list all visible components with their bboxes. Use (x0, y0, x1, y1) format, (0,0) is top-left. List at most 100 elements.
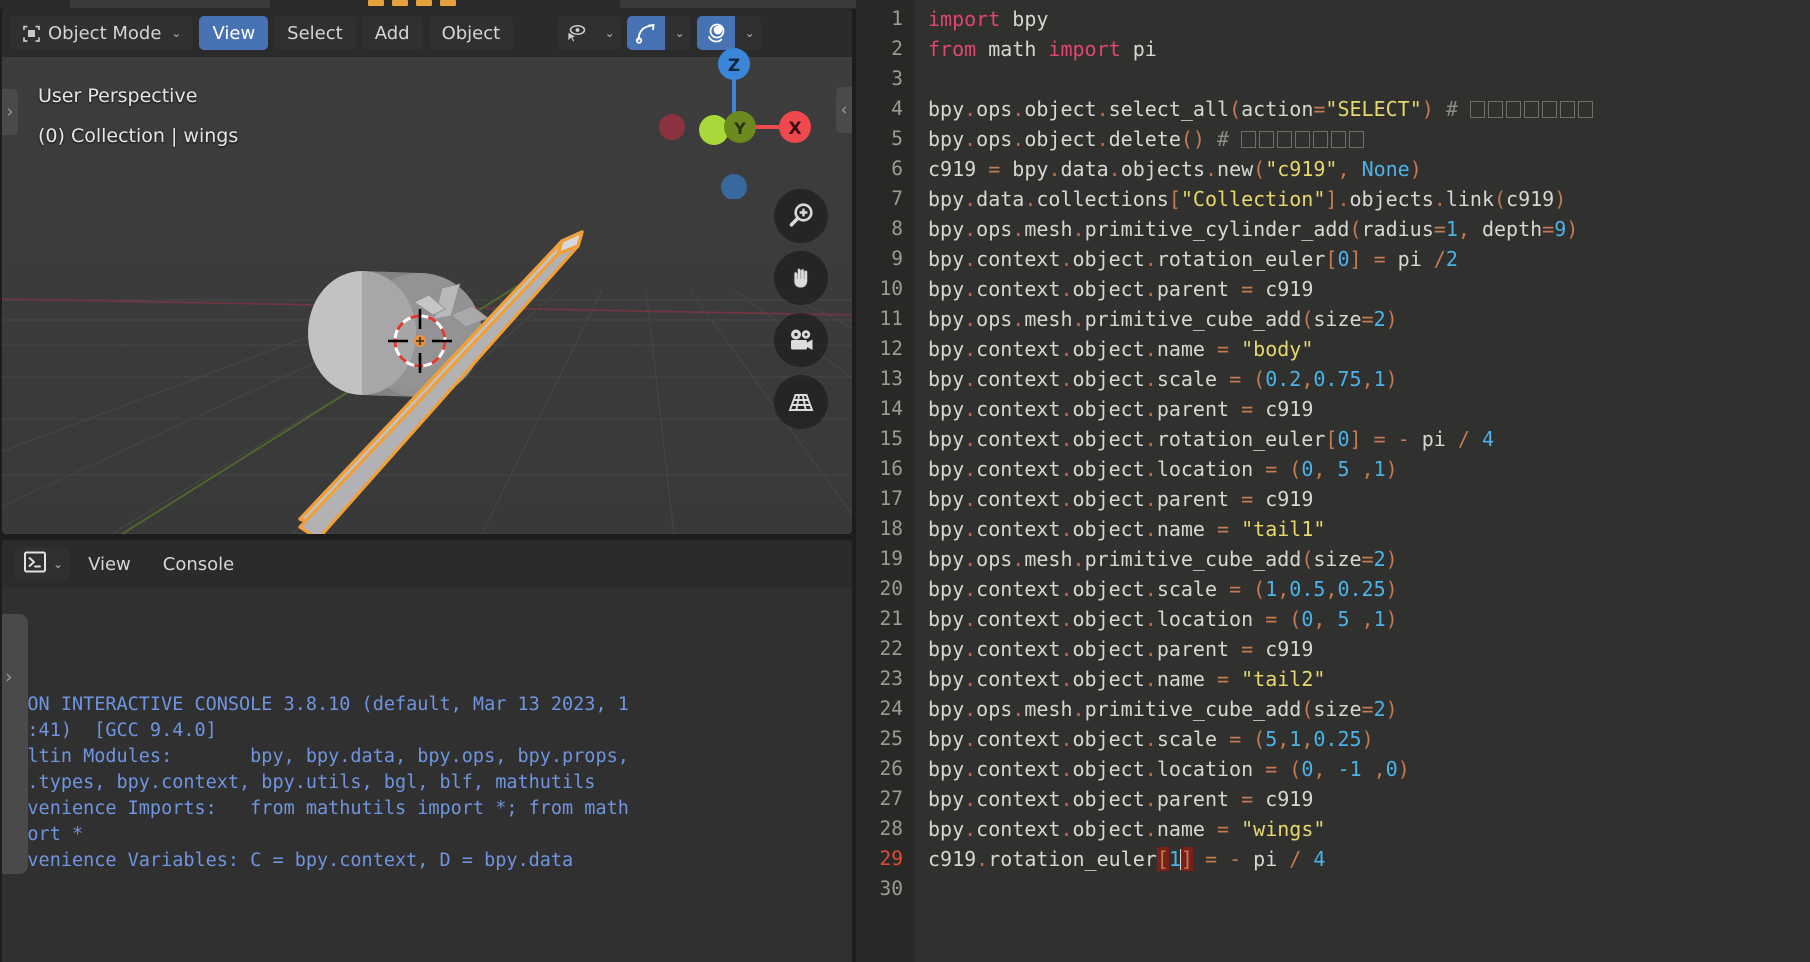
code-line[interactable]: 13 bpy.context.object.scale = (0.2,0.75,1… (856, 364, 1810, 394)
line-content[interactable]: bpy.context.object.rotation_euler[0] = p… (914, 244, 1458, 274)
code-line[interactable]: 18 bpy.context.object.name = "tail1" (856, 514, 1810, 544)
line-content[interactable]: bpy.context.object.parent = c919 (914, 784, 1313, 814)
python-console-editor[interactable]: ⌄ View Console › YTHON INTERACTIVE CONSO… (2, 540, 852, 962)
console-output[interactable]: YTHON INTERACTIVE CONSOLE 3.8.10 (defaul… (2, 588, 852, 962)
code-line[interactable]: 8 bpy.ops.mesh.primitive_cylinder_add(rad… (856, 214, 1810, 244)
visibility-icon[interactable] (557, 16, 595, 50)
console-menu-view[interactable]: View (74, 547, 145, 581)
navigation-gizmo[interactable]: Z Y X (654, 39, 814, 200)
code-line[interactable]: 28 bpy.context.object.name = "wings" (856, 814, 1810, 844)
line-content[interactable]: bpy.ops.mesh.primitive_cube_add(size=2) (914, 304, 1398, 334)
code-line[interactable]: 9 bpy.context.object.rotation_euler[0] = … (856, 244, 1810, 274)
viewport-toolbar-expand-arrow[interactable]: › (2, 89, 18, 135)
viewport-sidebar-expand-arrow[interactable]: ‹ (836, 87, 852, 133)
console-region-panel[interactable] (2, 614, 28, 874)
code-token: = (988, 157, 1001, 181)
code-line[interactable]: 26 bpy.context.object.location = (0, -1 ,… (856, 754, 1810, 784)
zoom-icon[interactable] (774, 189, 828, 243)
line-content[interactable]: bpy.context.object.name = "tail2" (914, 664, 1325, 694)
code-token: 5 (1337, 457, 1350, 481)
line-content[interactable]: bpy.ops.object.select_all(action="SELECT… (914, 94, 1596, 124)
viewport-menu-add[interactable]: Add (361, 16, 423, 50)
code-line[interactable]: 23 bpy.context.object.name = "tail2" (856, 664, 1810, 694)
workspace-tab[interactable] (620, 0, 860, 8)
code-token: = (1229, 367, 1242, 391)
line-content[interactable]: bpy.ops.mesh.primitive_cube_add(size=2) (914, 544, 1398, 574)
code-token: ( (1253, 157, 1266, 181)
selectability-visibility-group[interactable]: ⌄ (557, 16, 622, 50)
code-line[interactable]: 21 bpy.context.object.location = (0, 5 ,1… (856, 604, 1810, 634)
code-line[interactable]: 2 from math import pi (856, 34, 1810, 64)
code-line[interactable]: 3 (856, 64, 1810, 94)
line-content[interactable]: bpy.ops.object.delete() # (914, 124, 1367, 154)
line-content[interactable]: bpy.context.object.parent = c919 (914, 634, 1313, 664)
line-content[interactable]: c919.rotation_euler[1] = - pi / 4 (914, 844, 1325, 874)
code-line[interactable]: 11 bpy.ops.mesh.primitive_cube_add(size=2… (856, 304, 1810, 334)
line-content[interactable]: from math import pi (914, 34, 1157, 64)
viewport-nav-buttons[interactable] (774, 189, 828, 429)
code-line[interactable]: 15 bpy.context.object.rotation_euler[0] =… (856, 424, 1810, 454)
code-line[interactable]: 6 c919 = bpy.data.objects.new("c919", Non… (856, 154, 1810, 184)
visibility-chevron-down-icon[interactable]: ⌄ (595, 16, 621, 50)
line-content[interactable]: bpy.context.object.location = (0, 5 ,1) (914, 454, 1398, 484)
missing-glyph-box (1577, 101, 1593, 118)
code-line[interactable]: 5 bpy.ops.object.delete() # (856, 124, 1810, 154)
line-content[interactable]: c919 = bpy.data.objects.new("c919", None… (914, 154, 1422, 184)
code-line[interactable]: 22 bpy.context.object.parent = c919 (856, 634, 1810, 664)
code-lines[interactable]: 1 import bpy 2 from math import pi 3 4 bpy.ops… (856, 4, 1810, 904)
code-line[interactable]: 14 bpy.context.object.parent = c919 (856, 394, 1810, 424)
line-content[interactable]: bpy.context.object.scale = (1,0.5,0.25) (914, 574, 1398, 604)
code-line[interactable]: 10 bpy.context.object.parent = c919 (856, 274, 1810, 304)
line-content[interactable]: bpy.context.object.scale = (0.2,0.75,1) (914, 364, 1398, 394)
workspace-tab[interactable] (70, 0, 270, 8)
line-content[interactable]: bpy.context.object.parent = c919 (914, 394, 1313, 424)
text-editor[interactable]: 1 import bpy 2 from math import pi 3 4 bpy.ops… (856, 0, 1810, 962)
code-token: . (1096, 97, 1109, 121)
code-line[interactable]: 7 bpy.data.collections["Collection"].obje… (856, 184, 1810, 214)
code-line[interactable]: 12 bpy.context.object.name = "body" (856, 334, 1810, 364)
gizmo-axis-neg-z (721, 174, 747, 200)
chevron-right-icon[interactable]: › (5, 666, 13, 688)
code-token: ( (1289, 607, 1302, 631)
line-content[interactable]: bpy.ops.mesh.primitive_cube_add(size=2) (914, 694, 1398, 724)
line-content[interactable]: bpy.ops.mesh.primitive_cylinder_add(radi… (914, 214, 1578, 244)
mode-selector[interactable]: Object Mode ⌄ (10, 16, 194, 50)
3d-viewport[interactable]: Object Mode ⌄ View Select Add Object ⌄ ⌄… (2, 9, 852, 534)
line-content[interactable]: bpy.data.collections["Collection"].objec… (914, 184, 1566, 214)
line-content[interactable]: bpy.context.object.name = "body" (914, 334, 1313, 364)
code-token: ) (1421, 97, 1434, 121)
code-token: object (1072, 367, 1145, 391)
code-line[interactable]: 19 bpy.ops.mesh.primitive_cube_add(size=2… (856, 544, 1810, 574)
code-line[interactable]: 24 bpy.ops.mesh.primitive_cube_add(size=2… (856, 694, 1810, 724)
code-line[interactable]: 30 (856, 874, 1810, 904)
line-content[interactable]: bpy.context.object.parent = c919 (914, 274, 1313, 304)
line-content[interactable]: bpy.context.object.scale = (5,1,0.25) (914, 724, 1374, 754)
line-content[interactable]: bpy.context.object.name = "tail1" (914, 514, 1325, 544)
viewport-menu-object[interactable]: Object (428, 16, 514, 50)
line-content[interactable]: bpy.context.object.rotation_euler[0] = -… (914, 424, 1494, 454)
console-menu-console[interactable]: Console (149, 547, 248, 581)
code-line[interactable]: 25 bpy.context.object.scale = (5,1,0.25) (856, 724, 1810, 754)
camera-icon[interactable] (774, 313, 828, 367)
line-number: 23 (879, 667, 903, 690)
editor-type-selector[interactable]: ⌄ (14, 547, 71, 581)
grid-ortho-icon[interactable] (774, 375, 828, 429)
line-content[interactable]: bpy.context.object.location = (0, -1 ,0) (914, 754, 1410, 784)
hand-pan-icon[interactable] (774, 251, 828, 305)
code-line[interactable]: 29 c919.rotation_euler[1] = - pi / 4 (856, 844, 1810, 874)
code-line[interactable]: 27 bpy.context.object.parent = c919 (856, 784, 1810, 814)
code-line[interactable]: 4 bpy.ops.object.select_all(action="SELEC… (856, 94, 1810, 124)
code-line[interactable]: 1 import bpy (856, 4, 1810, 34)
code-line[interactable]: 17 bpy.context.object.parent = c919 (856, 484, 1810, 514)
code-line[interactable]: 16 bpy.context.object.location = (0, 5 ,1… (856, 454, 1810, 484)
line-content[interactable]: import bpy (914, 4, 1048, 34)
line-content[interactable]: bpy.context.object.name = "wings" (914, 814, 1325, 844)
viewport-menu-select[interactable]: Select (274, 16, 356, 50)
console-header[interactable]: ⌄ View Console (2, 540, 852, 588)
code-token: 0.25 (1313, 727, 1362, 751)
line-content[interactable]: bpy.context.object.parent = c919 (914, 484, 1313, 514)
code-line[interactable]: 20 bpy.context.object.scale = (1,0.5,0.25… (856, 574, 1810, 604)
viewport-menu-view[interactable]: View (199, 16, 269, 50)
line-content[interactable]: bpy.context.object.location = (0, 5 ,1) (914, 604, 1398, 634)
